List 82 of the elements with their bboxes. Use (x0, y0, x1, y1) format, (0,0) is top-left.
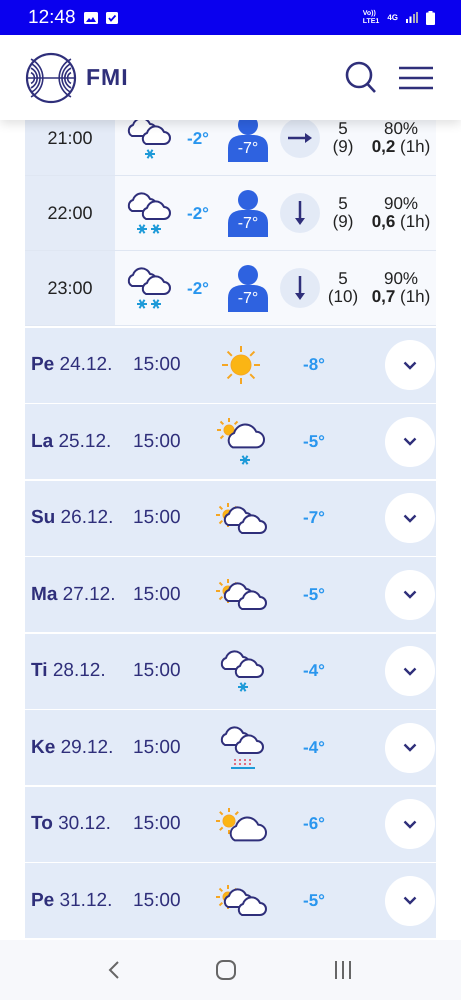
temperature: -4° (302, 661, 326, 681)
expand-button[interactable] (385, 799, 435, 849)
chevron-down-icon (403, 743, 417, 752)
wind-speed: 5 (338, 120, 348, 138)
chevron-down-icon (403, 666, 417, 676)
day-date: La 25.12. (31, 430, 112, 452)
precipitation-probability: 90% (384, 195, 418, 213)
feels-like-temperature: -7° (236, 140, 260, 158)
day-time: 15:00 (133, 354, 182, 376)
day-row[interactable]: Ke 29.12. 15:00 -4° (25, 710, 436, 785)
day-time: 15:00 (133, 430, 182, 452)
chevron-down-icon (403, 896, 417, 905)
temperature: -5° (302, 890, 326, 910)
wind-speed: 5 (338, 195, 348, 213)
day-date: Pe 31.12. (31, 890, 114, 912)
chevron-down-icon (403, 360, 417, 370)
day-date: Su 26.12. (31, 507, 114, 529)
expand-button[interactable] (385, 646, 435, 696)
expand-button[interactable] (385, 570, 435, 620)
precipitation-probability: 80% (384, 120, 418, 138)
day-time: 15:00 (133, 736, 182, 758)
day-date: To 30.12. (31, 813, 112, 835)
recent-apps-icon[interactable] (332, 961, 353, 979)
wind-gust: (9) (332, 138, 354, 156)
day-date: Ma 27.12. (31, 584, 117, 606)
day-time: 15:00 (133, 507, 182, 529)
status-time: 12:48 (28, 6, 76, 28)
search-icon[interactable] (345, 61, 377, 94)
expand-button[interactable] (385, 876, 435, 926)
hour-time: 21:00 (25, 120, 115, 175)
network-label: 4G (387, 13, 398, 22)
wind-speed: 5 (338, 270, 348, 288)
day-time: 15:00 (133, 584, 182, 606)
chevron-down-icon (403, 820, 417, 828)
expand-button[interactable] (385, 722, 435, 772)
day-row[interactable]: Pe 24.12. 15:00 -8° (25, 328, 436, 402)
day-row[interactable]: To 30.12. 15:00 -6° (25, 786, 436, 862)
expand-button[interactable] (385, 493, 435, 543)
battery-icon (426, 10, 435, 24)
precipitation-amount: 0,7 (1h) (372, 288, 430, 306)
temperature: -2° (186, 204, 210, 224)
wind-gust: (10) (328, 288, 358, 306)
precipitation-amount: 0,6 (1h) (372, 213, 430, 231)
day-row[interactable]: Pe 31.12. 15:00 -5° (25, 863, 436, 938)
day-row[interactable]: Ma 27.12. 15:00 -5° (25, 557, 436, 632)
precipitation-probability: 90% (384, 270, 418, 288)
temperature: -5° (302, 584, 326, 604)
day-date: Ti 28.12. (31, 660, 107, 682)
chevron-down-icon (403, 514, 417, 522)
temperature: -2° (186, 129, 210, 149)
feels-like-temperature: -7° (236, 215, 260, 233)
image-icon (84, 12, 98, 24)
logo-icon (25, 52, 77, 104)
day-row[interactable]: La 25.12. 15:00 -5° (25, 404, 436, 479)
menu-icon[interactable] (399, 66, 433, 90)
temperature: -8° (302, 355, 326, 375)
hour-time: 23:00 (25, 251, 115, 325)
expand-button[interactable] (385, 416, 435, 466)
checkbox-icon (106, 12, 118, 24)
day-time: 15:00 (133, 660, 182, 682)
temperature: -5° (302, 432, 326, 452)
back-icon[interactable] (108, 960, 120, 980)
temperature: -6° (302, 814, 326, 834)
chevron-down-icon (403, 437, 417, 446)
hour-time: 22:00 (25, 176, 115, 250)
expand-button[interactable] (385, 340, 435, 390)
precipitation-amount: 0,2 (1h) (372, 138, 430, 156)
day-time: 15:00 (133, 890, 182, 912)
day-date: Pe 24.12. (31, 354, 114, 376)
logo-text: FMI (86, 64, 129, 91)
day-date: Ke 29.12. (31, 736, 114, 758)
wind-gust: (9) (332, 213, 354, 231)
home-icon[interactable] (216, 960, 236, 980)
day-row[interactable]: Ti 28.12. 15:00 -4° (25, 634, 436, 708)
feels-like-temperature: -7° (236, 290, 260, 308)
day-time: 15:00 (133, 813, 182, 835)
day-row[interactable]: Su 26.12. 15:00 -7° (25, 480, 436, 556)
temperature: -7° (302, 508, 326, 528)
temperature: -4° (302, 738, 326, 758)
chevron-down-icon (403, 590, 417, 599)
signal-icon (406, 12, 418, 23)
temperature: -2° (186, 279, 210, 299)
